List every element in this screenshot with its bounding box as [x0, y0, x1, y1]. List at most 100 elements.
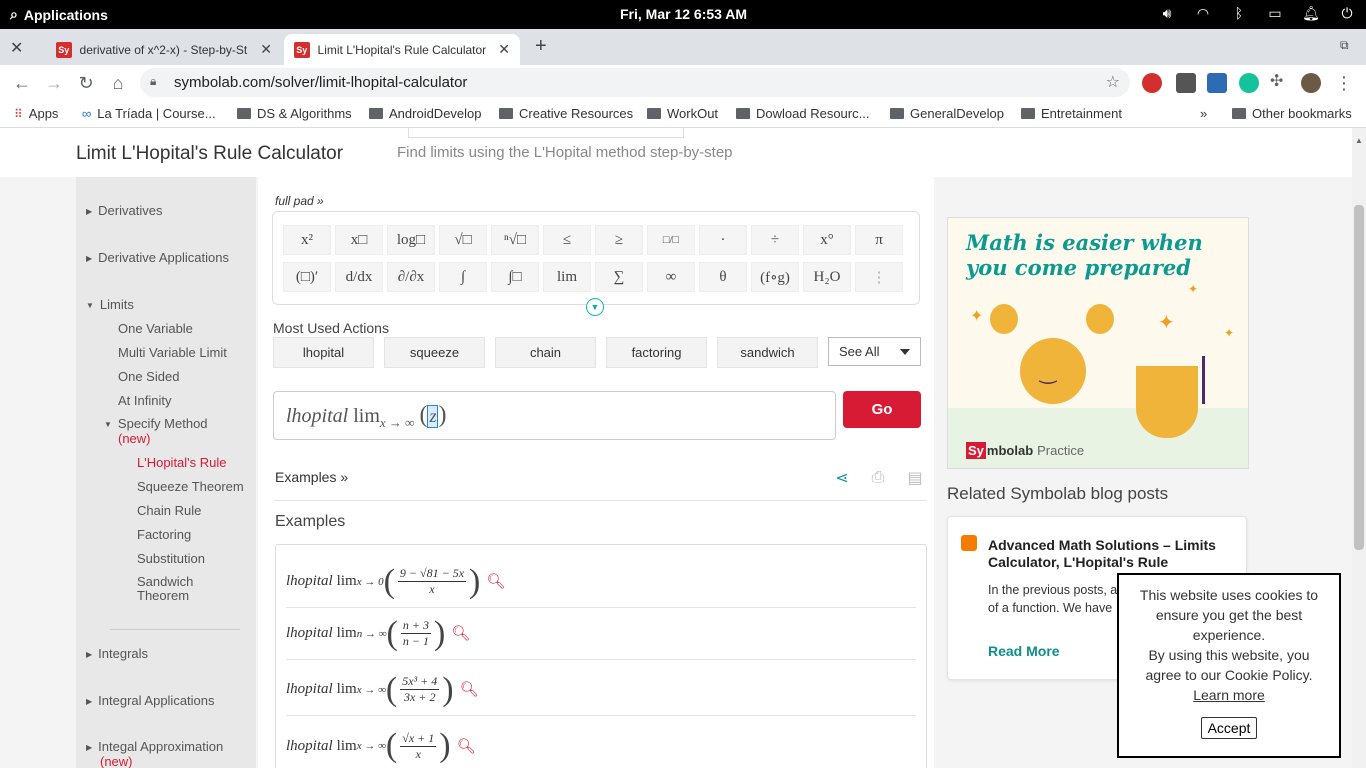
tab-derivative[interactable]: Sy derivative of x^2-x) - Step-by-St ✕: [46, 34, 282, 65]
extensions-puzzle-icon[interactable]: ✣: [1270, 71, 1290, 91]
sidebar-item-squeeze[interactable]: Squeeze Theorem: [137, 479, 244, 494]
bookmarks-overflow-icon[interactable]: »: [1200, 106, 1207, 121]
key-fraction[interactable]: □/□: [647, 225, 695, 255]
bookmark-download-resources[interactable]: Dowload Resourc...: [736, 106, 869, 121]
sidebar-item-derivative-applications[interactable]: ▶ Derivative Applications: [86, 250, 229, 265]
menu-kebab-icon[interactable]: ⋮: [1332, 71, 1356, 95]
sidebar-item-one-sided[interactable]: One Sided: [118, 369, 179, 384]
extension-screen-icon[interactable]: [1207, 73, 1227, 93]
example-row[interactable]: lhopital lim x → ∞ ( 5x³ + 4 3x + 2 ) 🔍︎: [286, 664, 916, 716]
blog-post-title[interactable]: Advanced Math Solutions – Limits Calcula…: [988, 537, 1238, 571]
practice-ad-banner[interactable]: Math is easier when you come prepared ✦ …: [947, 217, 1249, 469]
sidebar-item-one-variable[interactable]: One Variable: [118, 321, 193, 336]
key-cdot[interactable]: ·: [699, 225, 747, 255]
learn-more-link[interactable]: Learn more: [1133, 685, 1325, 705]
scroll-up-icon[interactable]: ▲: [1355, 136, 1363, 145]
search-box-remnant[interactable]: [408, 128, 684, 138]
key-chemistry[interactable]: H₂O: [803, 262, 851, 292]
key-derivative[interactable]: d/dx: [335, 262, 383, 292]
action-lhopital[interactable]: lhopital: [273, 337, 374, 368]
notification-bell-icon[interactable]: 🔔︎: [1302, 4, 1320, 22]
action-sandwich[interactable]: sandwich: [717, 337, 818, 368]
key-infinity[interactable]: ∞: [647, 262, 695, 292]
key-lim[interactable]: lim: [543, 262, 591, 292]
print-icon[interactable]: ⎙: [868, 468, 888, 488]
key-matrix[interactable]: ⋮: [855, 262, 903, 292]
sidebar-item-limits[interactable]: ▼ Limits: [86, 297, 134, 312]
sidebar-item-specify-method[interactable]: ▼ Specify Method (new): [104, 417, 208, 446]
system-tray[interactable]: 🔊︎ ◠ ᛒ ▭ 🔔︎ ⏻: [1158, 4, 1356, 22]
magnifier-icon[interactable]: 🔍︎: [451, 624, 470, 643]
page-scrollbar[interactable]: ▲: [1352, 128, 1366, 768]
action-factoring[interactable]: factoring: [606, 337, 707, 368]
close-window-icon[interactable]: ✕: [10, 38, 23, 58]
home-icon[interactable]: ⌂: [106, 71, 130, 95]
grammarly-icon[interactable]: [1239, 73, 1259, 93]
url-text[interactable]: symbolab.com/solver/limit-lhopital-calcu…: [174, 74, 467, 91]
sidebar-item-derivatives[interactable]: ▶ Derivatives: [86, 203, 162, 218]
sidebar-item-lhopital[interactable]: L'Hopital's Rule: [137, 455, 227, 470]
action-squeeze[interactable]: squeeze: [384, 337, 485, 368]
example-row[interactable]: lhopital lim n → ∞ ( n + 3n − 1 ) 🔍︎: [286, 608, 916, 660]
address-bar[interactable]: 🔒︎ symbolab.com/solver/limit-lhopital-ca…: [140, 68, 1130, 97]
magnifier-icon[interactable]: 🔍︎: [486, 572, 505, 591]
action-chain[interactable]: chain: [495, 337, 596, 368]
lock-icon[interactable]: 🔒︎: [150, 74, 156, 89]
extension-icon[interactable]: [1142, 73, 1162, 93]
reload-icon[interactable]: ↻: [74, 71, 98, 95]
key-geq[interactable]: ≥: [595, 225, 643, 255]
key-nth-root[interactable]: ⁿ√□: [491, 225, 539, 255]
tab-lhopital[interactable]: Sy Limit L'Hopital's Rule Calculator ✕: [284, 34, 520, 65]
back-icon[interactable]: ←: [10, 71, 34, 95]
bookmark-star-icon[interactable]: ☆: [1106, 72, 1120, 92]
scrollbar-thumb[interactable]: [1354, 205, 1364, 550]
applications-menu[interactable]: ⌕ Applications: [10, 6, 108, 23]
extension-pen-icon[interactable]: [1176, 73, 1196, 93]
key-degree[interactable]: x°: [803, 225, 851, 255]
key-x-power[interactable]: x□: [335, 225, 383, 255]
sidebar-item-integrals[interactable]: ▶ Integrals: [86, 646, 148, 661]
new-tab-icon[interactable]: +: [535, 35, 547, 58]
examples-link[interactable]: Examples »: [275, 469, 348, 485]
bookmark-androiddevelop[interactable]: AndroidDevelop: [369, 106, 482, 121]
bookmark-la-triada[interactable]: ∞ La Tríada | Course...: [82, 106, 216, 121]
key-definite-integral[interactable]: ∫□: [491, 262, 539, 292]
power-icon[interactable]: ⏻: [1338, 4, 1356, 22]
key-integral[interactable]: ∫: [439, 262, 487, 292]
wifi-icon[interactable]: ◠: [1194, 4, 1212, 22]
tab-close-icon[interactable]: ✕: [498, 41, 510, 58]
sidebar-item-multi-variable[interactable]: Multi Variable Limit: [118, 345, 227, 360]
tab-search-icon[interactable]: ⧉: [1340, 38, 1349, 53]
key-prime[interactable]: (□)′: [283, 262, 331, 292]
bluetooth-icon[interactable]: ᛒ: [1230, 4, 1248, 22]
bookmark-other[interactable]: Other bookmarks: [1232, 106, 1352, 121]
battery-icon[interactable]: ▭: [1266, 4, 1284, 22]
see-all-dropdown[interactable]: See All: [828, 337, 921, 366]
key-x-squared[interactable]: x²: [283, 225, 331, 255]
full-pad-link[interactable]: full pad »: [275, 194, 324, 208]
key-sqrt[interactable]: √□: [439, 225, 487, 255]
example-row[interactable]: lhopital lim x → ∞ ( √x + 1x ) 🔍︎: [286, 720, 916, 768]
bookmark-apps[interactable]: ⠿ Apps: [14, 106, 58, 121]
key-sum[interactable]: ∑: [595, 262, 643, 292]
bookmark-ds-algorithms[interactable]: DS & Algorithms: [237, 106, 352, 121]
magnifier-icon[interactable]: 🔍︎: [460, 680, 479, 699]
key-theta[interactable]: θ: [699, 262, 747, 292]
clock[interactable]: Fri, Mar 12 6:53 AM: [620, 6, 747, 22]
sidebar-item-factoring[interactable]: Factoring: [137, 527, 191, 542]
bookmark-workout[interactable]: WorkOut: [647, 106, 718, 121]
read-more-link[interactable]: Read More: [988, 643, 1060, 659]
collapse-keypad-icon[interactable]: ▼: [586, 298, 604, 316]
example-row[interactable]: lhopital lim x → 0 ( 9 − √81 − 5x x ) 🔍︎: [286, 556, 916, 608]
key-leq[interactable]: ≤: [543, 225, 591, 255]
bookmark-entretainment[interactable]: Entretainment: [1021, 106, 1122, 121]
input-cursor-placeholder[interactable]: z: [427, 405, 439, 428]
tab-close-icon[interactable]: ✕: [260, 41, 272, 58]
sidebar-item-sandwich[interactable]: Sandwich Theorem: [137, 575, 193, 603]
math-input[interactable]: lhopital limx → ∞ (z): [273, 391, 836, 440]
magnifier-icon[interactable]: 🔍︎: [457, 737, 476, 756]
accept-button[interactable]: Accept: [1200, 717, 1258, 739]
key-log[interactable]: log□: [387, 225, 435, 255]
bookmark-creative-resources[interactable]: Creative Resources: [499, 106, 633, 121]
profile-avatar[interactable]: [1301, 73, 1321, 93]
